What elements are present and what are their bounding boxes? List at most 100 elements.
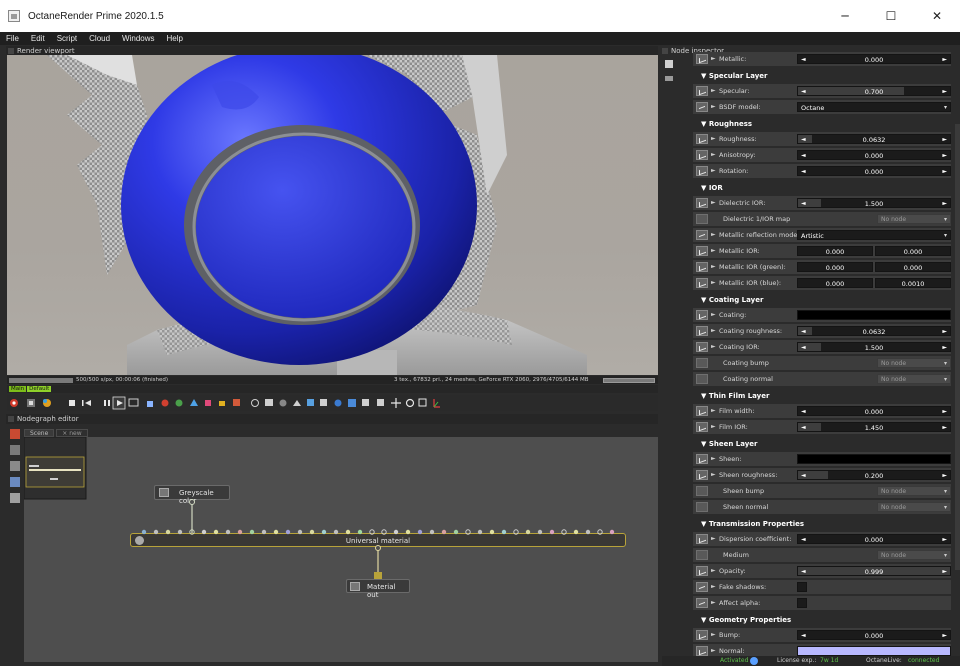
param-slider[interactable]: 1.500 ◄ ► [797,342,951,352]
nodes-icon[interactable] [10,477,20,487]
recenter-icon[interactable] [10,429,20,439]
collapse-icon[interactable] [665,76,673,81]
plain-pin-icon[interactable] [696,486,708,496]
menu-cloud[interactable]: Cloud [83,34,116,43]
expand-arrow-icon[interactable]: ► [711,279,716,286]
param-dropdown[interactable]: Octane ▾ [797,102,951,112]
plain-pin-icon[interactable] [696,502,708,512]
decrement-arrow-icon[interactable]: ◄ [801,568,806,575]
decrement-arrow-icon[interactable]: ◄ [801,632,806,639]
expand-arrow-icon[interactable]: ► [711,423,716,430]
curve-pin-icon[interactable] [696,246,708,256]
expand-arrow-icon[interactable]: ► [711,87,716,94]
increment-arrow-icon[interactable]: ► [942,200,947,207]
menu-file[interactable]: File [0,34,25,43]
grid-icon[interactable] [10,461,20,471]
expand-arrow-icon[interactable]: ► [711,199,716,206]
input-pin[interactable] [374,572,382,579]
img-pin-icon[interactable] [696,406,708,416]
expand-arrow-icon[interactable]: ► [711,167,716,174]
param-checkbox[interactable] [797,582,807,592]
node-link-dropdown[interactable]: No node ▾ [877,358,951,368]
menu-edit[interactable]: Edit [25,34,51,43]
node-link-dropdown[interactable]: No node ▾ [877,502,951,512]
maximize-button[interactable]: ☐ [868,0,914,32]
expand-arrow-icon[interactable]: ► [711,311,716,318]
param-dropdown[interactable]: Artistic ▾ [797,230,951,240]
param-checkbox[interactable] [797,598,807,608]
increment-arrow-icon[interactable]: ► [942,328,947,335]
curve-pin-icon[interactable] [696,278,708,288]
output-pin[interactable] [189,499,195,505]
pin-node-icon[interactable] [665,60,673,68]
param-field[interactable]: 0.000 [797,262,873,272]
decrement-arrow-icon[interactable]: ◄ [801,88,806,95]
curve-pin-icon[interactable] [696,150,708,160]
menu-help[interactable]: Help [161,34,189,43]
increment-arrow-icon[interactable]: ► [942,88,947,95]
param-slider[interactable]: 0.0632 ◄ ► [797,326,951,336]
decrement-arrow-icon[interactable]: ◄ [801,536,806,543]
increment-arrow-icon[interactable]: ► [942,568,947,575]
section-header[interactable]: ▼ Coating Layer [693,294,951,306]
outliner-icon[interactable] [10,493,20,503]
section-header[interactable]: ▼ Specular Layer [693,70,951,82]
bool-pin-icon[interactable] [696,598,708,608]
color-swatch[interactable] [797,310,951,320]
decrement-arrow-icon[interactable]: ◄ [801,408,806,415]
img-pin-icon[interactable] [696,566,708,576]
curve-pin-icon[interactable] [696,342,708,352]
menu-script[interactable]: Script [51,34,83,43]
img-pin-icon[interactable] [696,646,708,656]
color-swatch[interactable] [797,646,951,656]
img-pin-icon[interactable] [696,310,708,320]
close-button[interactable]: ✕ [914,0,960,32]
plain-pin-icon[interactable] [696,374,708,384]
curve-pin-icon[interactable] [696,166,708,176]
increment-arrow-icon[interactable]: ► [942,632,947,639]
decrement-arrow-icon[interactable]: ◄ [801,136,806,143]
plain-pin-icon[interactable] [696,550,708,560]
nodegraph-canvas[interactable]: Greyscale color Universal material Mater… [24,437,658,662]
expand-arrow-icon[interactable]: ► [711,55,716,62]
img-pin-icon[interactable] [696,470,708,480]
render-viewport[interactable] [7,55,658,375]
scrollbar-thumb[interactable] [955,124,960,570]
increment-arrow-icon[interactable]: ► [942,408,947,415]
tab-scene[interactable]: Scene [24,429,55,437]
node-link-dropdown[interactable]: No node ▾ [877,374,951,384]
decrement-arrow-icon[interactable]: ◄ [801,152,806,159]
plain-pin-icon[interactable] [696,214,708,224]
layout-icon[interactable] [10,445,20,455]
render-kernel-badge[interactable]: Default [27,386,52,392]
increment-arrow-icon[interactable]: ► [942,168,947,175]
increment-arrow-icon[interactable]: ► [942,152,947,159]
increment-arrow-icon[interactable]: ► [942,536,947,543]
param-slider[interactable]: 0.000 ◄ ► [797,150,951,160]
img-pin-icon[interactable] [696,326,708,336]
inspector-scrollbar[interactable] [955,52,960,656]
increment-arrow-icon[interactable]: ► [942,136,947,143]
decrement-arrow-icon[interactable]: ◄ [801,200,806,207]
param-slider[interactable]: 0.000 ◄ ► [797,166,951,176]
bool-pin-icon[interactable] [696,582,708,592]
param-field[interactable]: 0.000 [875,262,951,272]
section-header[interactable]: ▼ Thin Film Layer [693,390,951,402]
menu-windows[interactable]: Windows [116,34,160,43]
section-header[interactable]: ▼ Geometry Properties [693,614,951,626]
param-slider[interactable]: 0.000 ◄ ► [797,406,951,416]
curve-pin-icon[interactable] [696,534,708,544]
expand-arrow-icon[interactable]: ► [711,135,716,142]
decrement-arrow-icon[interactable]: ◄ [801,424,806,431]
node-material-out[interactable]: Material out [346,579,410,599]
expand-arrow-icon[interactable]: ► [711,583,716,590]
tab-close-icon[interactable]: × [62,430,67,437]
node-link-dropdown[interactable]: No node ▾ [877,214,951,224]
img-pin-icon[interactable] [696,54,708,64]
expand-arrow-icon[interactable]: ► [711,567,716,574]
node-link-dropdown[interactable]: No node ▾ [877,550,951,560]
img-pin-icon[interactable] [696,454,708,464]
expand-arrow-icon[interactable]: ► [711,471,716,478]
expand-arrow-icon[interactable]: ► [711,599,716,606]
expand-arrow-icon[interactable]: ► [711,327,716,334]
